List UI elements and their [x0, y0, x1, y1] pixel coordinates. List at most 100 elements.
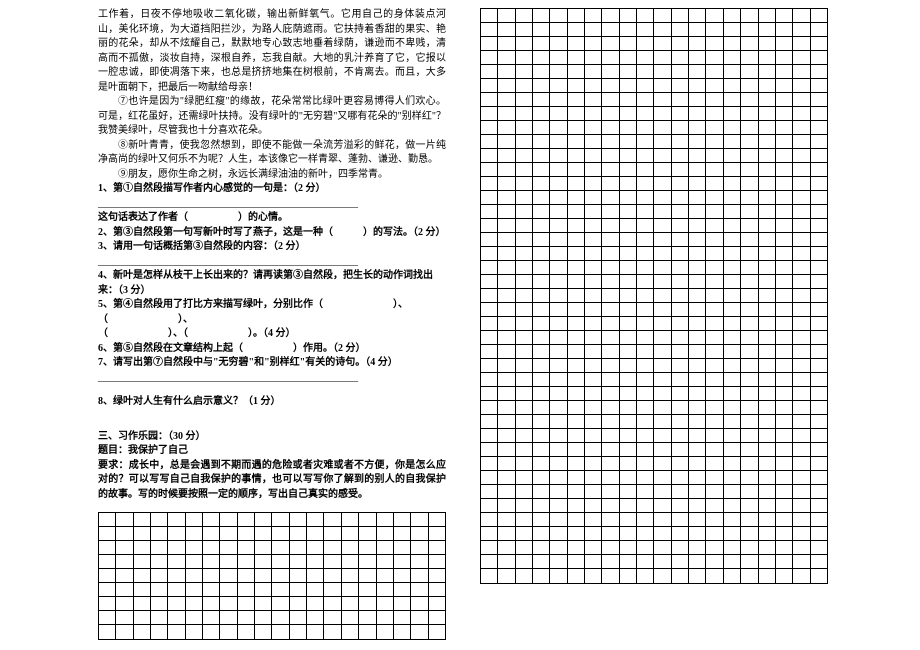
question-3-blank: ________________________________________…	[98, 255, 446, 270]
grid-cell	[255, 555, 272, 568]
grid-cell	[776, 513, 793, 526]
grid-cell	[550, 471, 567, 484]
grid-cell	[724, 569, 741, 583]
grid-cell	[568, 9, 585, 22]
grid-cell	[776, 471, 793, 484]
grid-cell	[255, 513, 272, 526]
grid-cell	[516, 373, 533, 386]
grid-cell	[724, 177, 741, 190]
grid-cell	[620, 443, 637, 456]
grid-cell	[568, 107, 585, 120]
grid-cell	[706, 9, 723, 22]
grid-cell	[585, 37, 602, 50]
grid-cell	[776, 457, 793, 470]
grid-cell	[498, 219, 515, 232]
grid-cell	[706, 163, 723, 176]
grid-row	[481, 37, 827, 51]
grid-cell	[741, 527, 758, 540]
grid-cell	[741, 415, 758, 428]
grid-cell	[724, 135, 741, 148]
grid-cell	[359, 555, 376, 568]
grid-cell	[429, 597, 445, 610]
grid-cell	[516, 191, 533, 204]
grid-cell	[706, 219, 723, 232]
grid-cell	[741, 261, 758, 274]
grid-cell	[689, 457, 706, 470]
grid-cell	[151, 541, 168, 554]
grid-cell	[134, 541, 151, 554]
grid-cell	[620, 9, 637, 22]
grid-cell	[689, 289, 706, 302]
grid-cell	[568, 205, 585, 218]
grid-cell	[481, 177, 498, 190]
grid-cell	[706, 541, 723, 554]
grid-cell	[776, 303, 793, 316]
grid-cell	[776, 9, 793, 22]
grid-row	[99, 597, 445, 611]
grid-cell	[481, 219, 498, 232]
grid-cell	[776, 23, 793, 36]
grid-cell	[516, 177, 533, 190]
grid-cell	[168, 527, 185, 540]
grid-cell	[377, 527, 394, 540]
reading-para-4: ⑨朋友，愿你生命之树，永远长满绿油油的新叶，四季常青。	[98, 168, 446, 183]
grid-cell	[793, 555, 810, 568]
grid-cell	[290, 583, 307, 596]
grid-cell	[498, 373, 515, 386]
grid-cell	[550, 37, 567, 50]
grid-cell	[776, 135, 793, 148]
grid-cell	[776, 359, 793, 372]
grid-row	[481, 65, 827, 79]
grid-cell	[637, 51, 654, 64]
grid-cell	[550, 541, 567, 554]
grid-cell	[168, 555, 185, 568]
grid-cell	[776, 527, 793, 540]
grid-cell	[568, 65, 585, 78]
grid-cell	[307, 583, 324, 596]
grid-row	[481, 401, 827, 415]
grid-cell	[533, 205, 550, 218]
grid-cell	[741, 331, 758, 344]
grid-cell	[602, 163, 619, 176]
grid-cell	[672, 317, 689, 330]
grid-cell	[654, 163, 671, 176]
grid-cell	[585, 387, 602, 400]
grid-cell	[724, 541, 741, 554]
grid-cell	[672, 499, 689, 512]
grid-cell	[672, 555, 689, 568]
grid-cell	[585, 121, 602, 134]
grid-cell	[793, 121, 810, 134]
grid-row	[99, 527, 445, 541]
grid-cell	[706, 233, 723, 246]
grid-cell	[377, 597, 394, 610]
grid-cell	[689, 513, 706, 526]
grid-cell	[620, 387, 637, 400]
grid-cell	[706, 387, 723, 400]
grid-cell	[706, 177, 723, 190]
grid-cell	[568, 485, 585, 498]
grid-cell	[429, 513, 445, 526]
grid-cell	[654, 93, 671, 106]
grid-cell	[776, 415, 793, 428]
grid-cell	[689, 569, 706, 583]
grid-cell	[689, 331, 706, 344]
grid-cell	[342, 513, 359, 526]
grid-cell	[116, 611, 133, 624]
grid-cell	[550, 23, 567, 36]
grid-cell	[481, 149, 498, 162]
grid-cell	[290, 625, 307, 639]
grid-cell	[516, 317, 533, 330]
grid-cell	[759, 569, 776, 583]
grid-cell	[759, 429, 776, 442]
grid-cell	[672, 429, 689, 442]
grid-cell	[654, 9, 671, 22]
grid-cell	[255, 625, 272, 639]
grid-cell	[533, 135, 550, 148]
grid-cell	[759, 135, 776, 148]
grid-cell	[568, 345, 585, 358]
grid-cell	[585, 9, 602, 22]
grid-cell	[498, 107, 515, 120]
grid-cell	[602, 303, 619, 316]
grid-cell	[637, 275, 654, 288]
grid-cell	[724, 415, 741, 428]
